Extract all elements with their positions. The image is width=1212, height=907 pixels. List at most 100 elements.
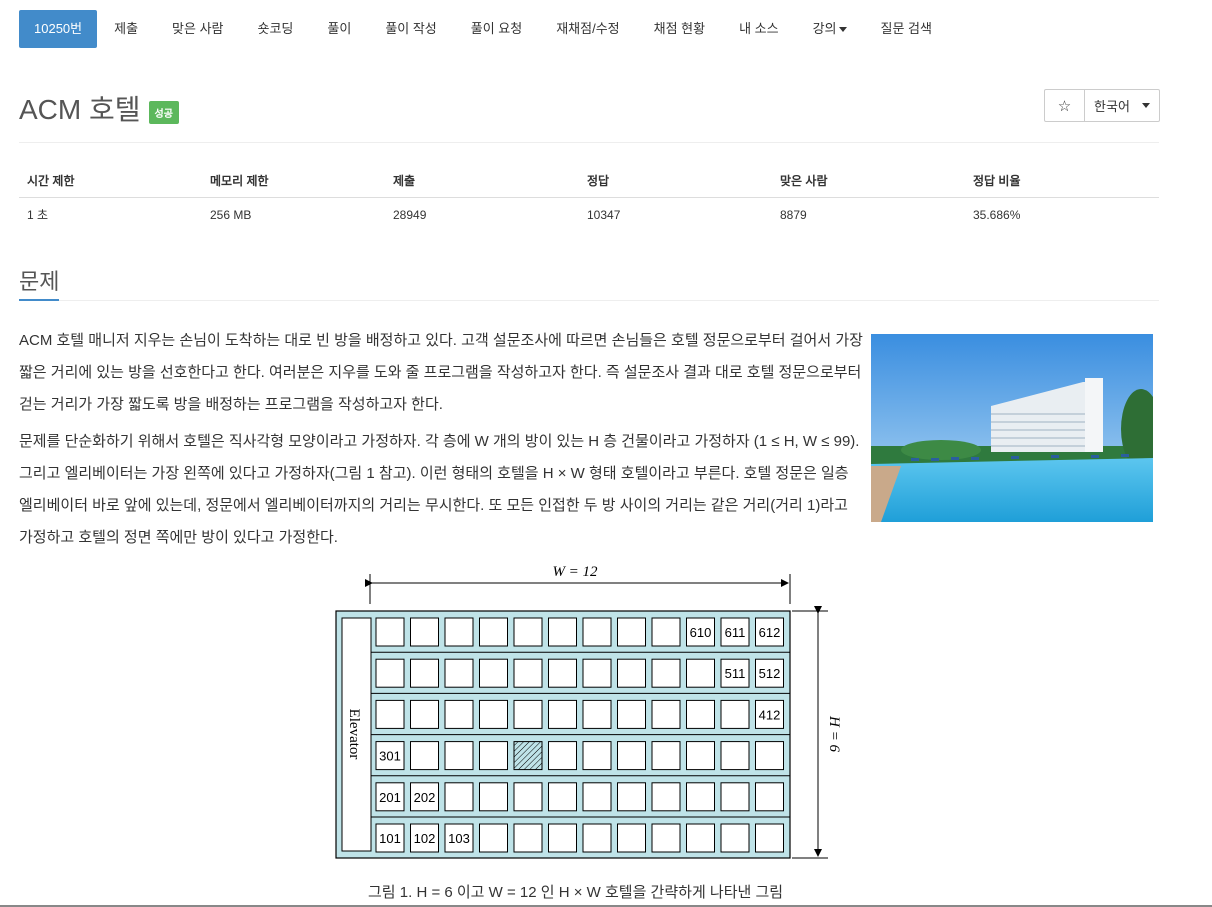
favorite-button[interactable]: ☆ [1045, 90, 1085, 121]
room-box [582, 741, 612, 771]
cell-submissions: 28949 [393, 207, 427, 222]
room-box [582, 823, 612, 853]
room-box [444, 699, 474, 729]
room-3-5 [513, 741, 543, 771]
room-3-12 [755, 741, 784, 771]
w-label: W = 12 [552, 564, 598, 580]
room-6-11: 611 [720, 617, 750, 647]
room-number-label: 301 [379, 749, 401, 764]
room-box [686, 699, 715, 729]
room-5-4 [479, 658, 508, 688]
nav-rejudge[interactable]: 재채점/수정 [539, 10, 636, 48]
room-number-label: 412 [759, 707, 781, 722]
room-6-2 [410, 617, 439, 647]
room-1-7 [582, 823, 612, 853]
room-box [617, 658, 646, 688]
room-number-label: 103 [448, 831, 470, 846]
room-box [720, 741, 750, 771]
room-3-9 [651, 741, 681, 771]
room-5-9 [651, 658, 681, 688]
caret-down-icon [1141, 103, 1150, 108]
room-1-8 [617, 823, 646, 853]
nav-question-search[interactable]: 질문 검색 [864, 10, 949, 48]
room-box [617, 823, 646, 853]
nav-solutions[interactable]: 풀이 [310, 10, 368, 48]
room-number-label: 102 [414, 831, 436, 846]
nav-lecture-dropdown[interactable]: 강의 [796, 10, 864, 48]
room-box [755, 782, 784, 812]
room-number-label: 612 [759, 625, 781, 640]
room-box [720, 823, 750, 853]
language-label: 한국어 [1094, 99, 1130, 114]
room-box [651, 782, 681, 812]
room-5-11: 511 [720, 658, 750, 688]
room-1-6 [548, 823, 577, 853]
room-box [548, 823, 577, 853]
room-box [444, 741, 474, 771]
room-6-7 [582, 617, 612, 647]
room-2-9 [651, 782, 681, 812]
room-3-10 [686, 741, 715, 771]
room-box [513, 782, 543, 812]
nav-short-coding[interactable]: 숏코딩 [241, 10, 311, 48]
room-1-3: 103 [444, 823, 474, 853]
room-6-5 [513, 617, 543, 647]
room-3-3 [444, 741, 474, 771]
room-box [479, 617, 508, 647]
room-1-11 [720, 823, 750, 853]
room-5-8 [617, 658, 646, 688]
room-box [617, 699, 646, 729]
room-2-3 [444, 782, 474, 812]
star-icon: ☆ [1057, 97, 1072, 115]
room-6-4 [479, 617, 508, 647]
problem-nav: 10250번 제출 맞은 사람 숏코딩 풀이 풀이 작성 풀이 요청 재채점/수… [19, 10, 949, 48]
room-box [375, 658, 405, 688]
room-2-1: 201 [375, 782, 405, 812]
room-box [410, 658, 439, 688]
room-box [582, 617, 612, 647]
room-6-9 [651, 617, 681, 647]
room-number-label: 610 [690, 625, 712, 640]
room-box [686, 782, 715, 812]
room-5-7 [582, 658, 612, 688]
cell-time-limit: 1 초 [27, 208, 49, 223]
room-5-10 [686, 658, 715, 688]
room-4-12: 412 [755, 699, 784, 729]
header-accepted: 정답 [579, 164, 772, 198]
room-3-1: 301 [375, 741, 405, 771]
nav-problem-number[interactable]: 10250번 [19, 10, 98, 48]
room-box [686, 823, 715, 853]
room-1-10 [686, 823, 715, 853]
room-2-12 [755, 782, 784, 812]
room-4-2 [410, 699, 439, 729]
room-box [513, 699, 543, 729]
nav-submit[interactable]: 제출 [97, 10, 155, 48]
room-3-4 [479, 741, 508, 771]
hotel-diagram: W = 12 H = 6 Elevator 610 611 612 511 512 412… [330, 556, 850, 866]
title-row: ACM 호텔 성공 [19, 88, 179, 128]
room-box [375, 617, 405, 647]
room-number-label: 511 [725, 666, 746, 681]
room-1-2: 102 [410, 823, 439, 853]
header-accept-ratio: 정답 비율 [965, 164, 1159, 198]
room-box [548, 617, 577, 647]
room-5-12: 512 [755, 658, 784, 688]
problem-paragraph-2: 문제를 단순화하기 위해서 호텔은 직사각형 모양이라고 가정하자. 각 층에 … [19, 433, 860, 546]
divider [19, 300, 1159, 301]
nav-status[interactable]: 채점 현황 [637, 10, 722, 48]
room-box [513, 823, 543, 853]
room-1-1: 101 [375, 823, 405, 853]
section-title: 문제 [19, 269, 60, 294]
nav-request-solution[interactable]: 풀이 요청 [454, 10, 539, 48]
caret-down-icon [838, 27, 847, 33]
nav-my-source[interactable]: 내 소스 [722, 10, 796, 48]
elevator-label: Elevator [346, 709, 362, 760]
room-number-label: 611 [725, 625, 746, 640]
page-title: ACM 호텔 [19, 94, 141, 125]
room-number-label: 512 [759, 666, 781, 681]
language-select[interactable]: 한국어 [1085, 90, 1159, 121]
room-box [410, 741, 439, 771]
nav-write-solution[interactable]: 풀이 작성 [368, 10, 453, 48]
nav-correct-users[interactable]: 맞은 사람 [155, 10, 240, 48]
hotel-photo-image [871, 334, 1153, 522]
